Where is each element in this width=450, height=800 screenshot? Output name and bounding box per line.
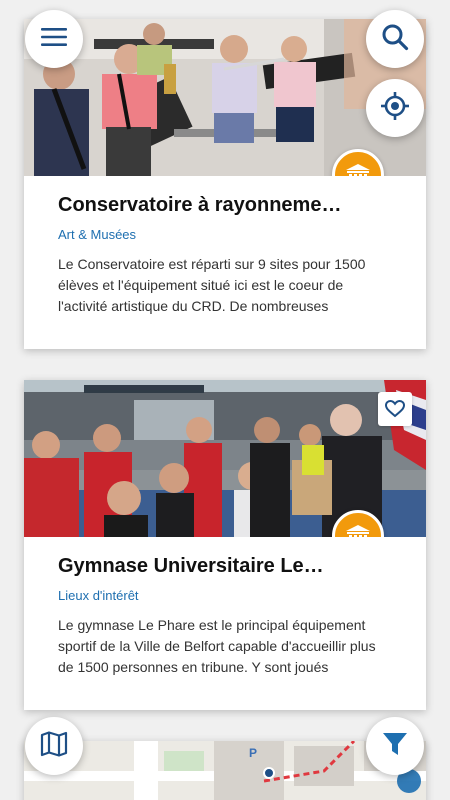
map-view-button[interactable]: [25, 717, 83, 775]
card-title[interactable]: Conservatoire à rayonneme…: [58, 194, 392, 217]
museum-icon: [345, 524, 371, 537]
filter-icon: [381, 730, 409, 763]
crosshair-locate-icon: [380, 91, 410, 126]
favorite-button[interactable]: [378, 392, 412, 426]
card-title[interactable]: Gymnase Universitaire Le…: [58, 555, 392, 578]
card-category: Art & Musées: [58, 227, 137, 242]
place-card[interactable]: Gymnase Universitaire Le… Lieux d'intérê…: [24, 380, 426, 710]
filter-button[interactable]: [366, 717, 424, 775]
hamburger-menu-icon: [40, 26, 68, 53]
search-button[interactable]: [366, 10, 424, 68]
map-icon: [40, 730, 68, 762]
place-card[interactable]: Conservatoire à rayonneme… Art & Musées …: [24, 19, 426, 349]
heart-outline-icon: [385, 400, 405, 418]
card-description: Le gymnase Le Phare est le principal équ…: [58, 617, 376, 675]
card-category: Lieux d'intérêt: [58, 588, 139, 603]
menu-button[interactable]: [25, 10, 83, 68]
parking-label: P: [249, 746, 257, 760]
card-photo: [24, 380, 426, 537]
search-icon: [381, 23, 409, 56]
card-description: Le Conservatoire est réparti sur 9 sites…: [58, 256, 366, 314]
museum-icon: [345, 163, 371, 176]
locate-button[interactable]: [366, 79, 424, 137]
